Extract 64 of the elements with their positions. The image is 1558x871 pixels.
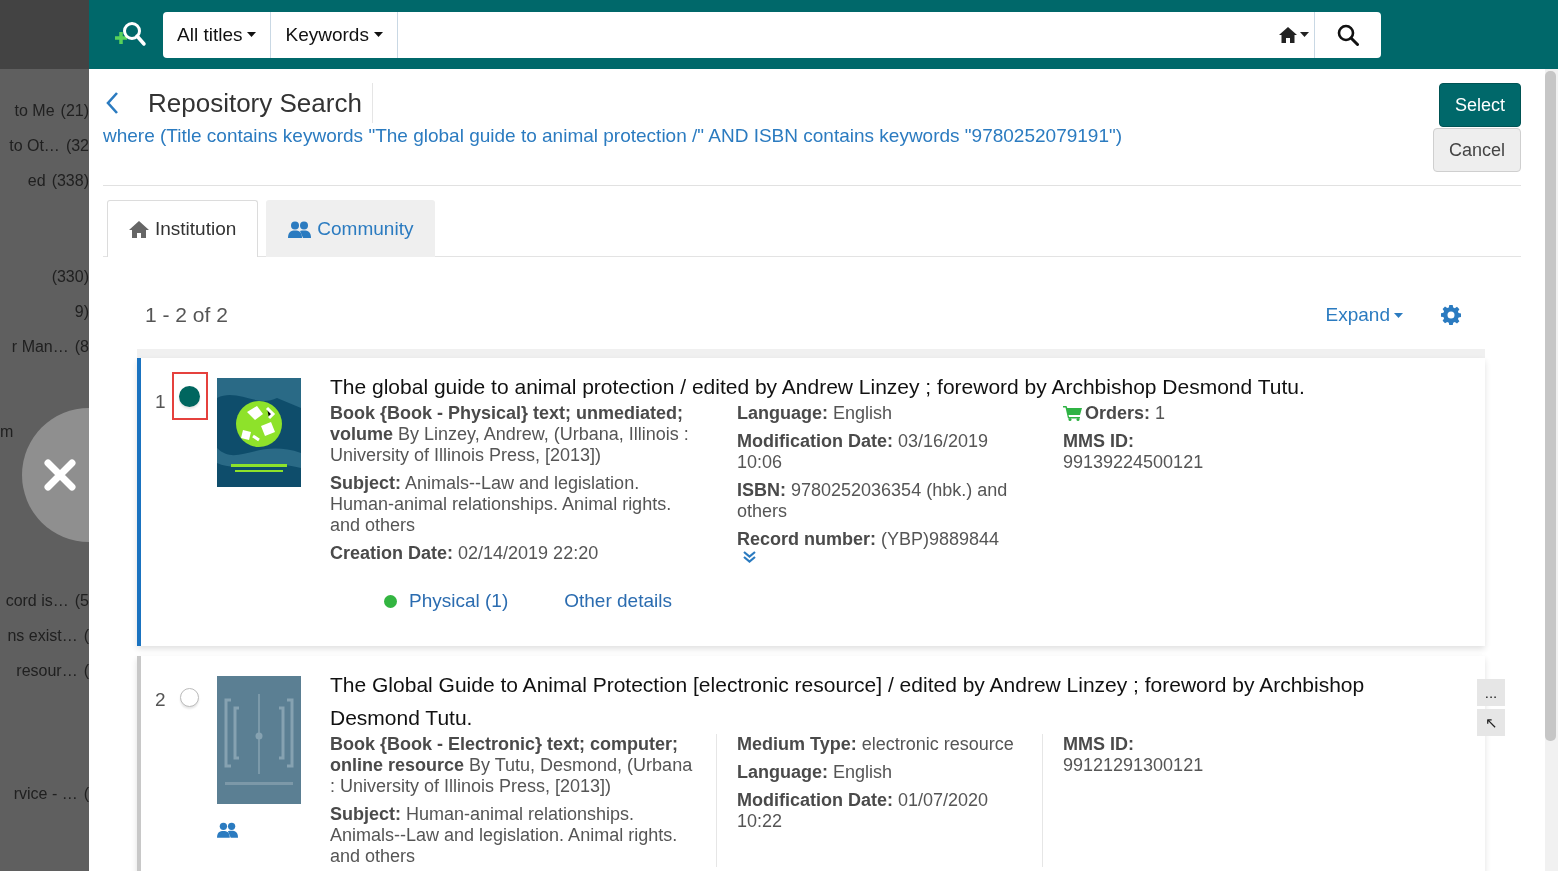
facet-count: ( [83,784,89,803]
scope-dropdown[interactable]: All titles [163,11,272,58]
field-text: Orders: 1 [1085,403,1166,424]
results-count: 1 - 2 of 2 [145,303,229,327]
settings-icon [1441,305,1461,325]
field-text: Modification Date: 01/07/2020 10:22 [737,790,990,832]
search-icon [1337,23,1359,46]
double-chevron-down-icon [743,551,756,563]
facet-count: ( [83,626,89,645]
field-text: Book {Book - Electronic} text; computer; online resource By Tutu, Desmond, (Urbana : University of Illinois Press, [2013]) [330,734,694,797]
expand-dropdown[interactable]: Expand [1325,304,1403,326]
people-icon [288,220,312,238]
facet-count: (330) [51,267,89,286]
result-card[interactable] [137,656,1485,871]
chevron-left-icon [105,91,119,115]
result-title[interactable]: The global guide to animal protection / edited by Andrew Linzey ; foreword by Archbishop Desmond Tutu. [330,370,1405,403]
field-text: Modification Date: 03/16/2019 10:06 [737,431,990,473]
settings-button[interactable] [1441,305,1461,325]
side-action-button[interactable]: ... [1477,679,1505,706]
field-text: Language: English [737,762,894,783]
field-text: Subject: Human-animal relationships. Animals--Law and legislation. Animal rights. and others [330,804,679,867]
field-text: Subject: Animals--Law and legislation. Human-animal relationships. Animal rights. and others [330,473,673,536]
cancel-button[interactable]: Cancel [1432,128,1521,172]
field-text: Creation Date: 02/14/2019 22:20 [330,543,600,564]
field-text: Record number: (YBP)9889844 [737,529,1001,550]
caret-icon [1394,312,1403,318]
tab[interactable]: Institution [107,200,259,257]
facet-count: (5 [74,591,89,610]
field-text: MMS ID: 99121291300121 [1063,734,1205,776]
facet-count: (338) [51,171,89,190]
radio-button[interactable] [180,688,200,707]
field-dropdown[interactable]: Keywords [271,11,398,58]
field-text: MMS ID: 99139224500121 [1063,431,1205,473]
caret-icon [1300,32,1309,37]
side-action-button[interactable]: ↖ [1477,709,1505,736]
field-text: Medium Type: electronic resource [737,734,1015,755]
result-link[interactable]: Other details [564,590,672,612]
result-card[interactable] [137,358,1485,646]
result-link[interactable]: Physical (1) [384,590,509,612]
field-text: Language: English [737,403,894,424]
page-title: Repository Search [148,83,373,123]
facet-count: (21) [60,101,89,120]
facet-count: ( [83,661,89,680]
caret-icon [373,32,383,37]
show-more-button[interactable] [743,551,756,563]
field-text: Book {Book - Physical} text; unmediated; volume By Linzey, Andrew, (Urbana, Illinois : University of Illinois Press, [2013]) [330,403,690,466]
house-icon [129,220,149,238]
result-number: 2 [155,689,166,711]
select-button[interactable]: Select [1438,83,1521,127]
home-icon [1279,26,1297,43]
query-text: where (Title contains keywords "The global guide to animal protection /" AND ISBN contains keywords "9780252079191") [103,125,1123,147]
result-title[interactable]: The Global Guide to Animal Protection [electronic resource] / edited by Andrew Linzey ; foreword by Archbishop Desmond Tutu. [330,668,1405,734]
tab[interactable]: Community [266,200,436,257]
caret-icon [247,32,257,37]
close-icon [43,458,77,492]
facet-count: (32 [65,136,89,155]
facet-count: (8 [74,337,89,356]
scrollbar[interactable] [1545,69,1558,871]
cart-icon [1063,406,1082,421]
facet-count: 9) [74,302,89,321]
radio-button[interactable] [179,386,201,407]
result-number: 1 [155,391,166,413]
scrollbar-thumb[interactable] [1545,71,1556,741]
field-text: ISBN: 9780252036354 (hbk.) and others [737,480,1009,522]
